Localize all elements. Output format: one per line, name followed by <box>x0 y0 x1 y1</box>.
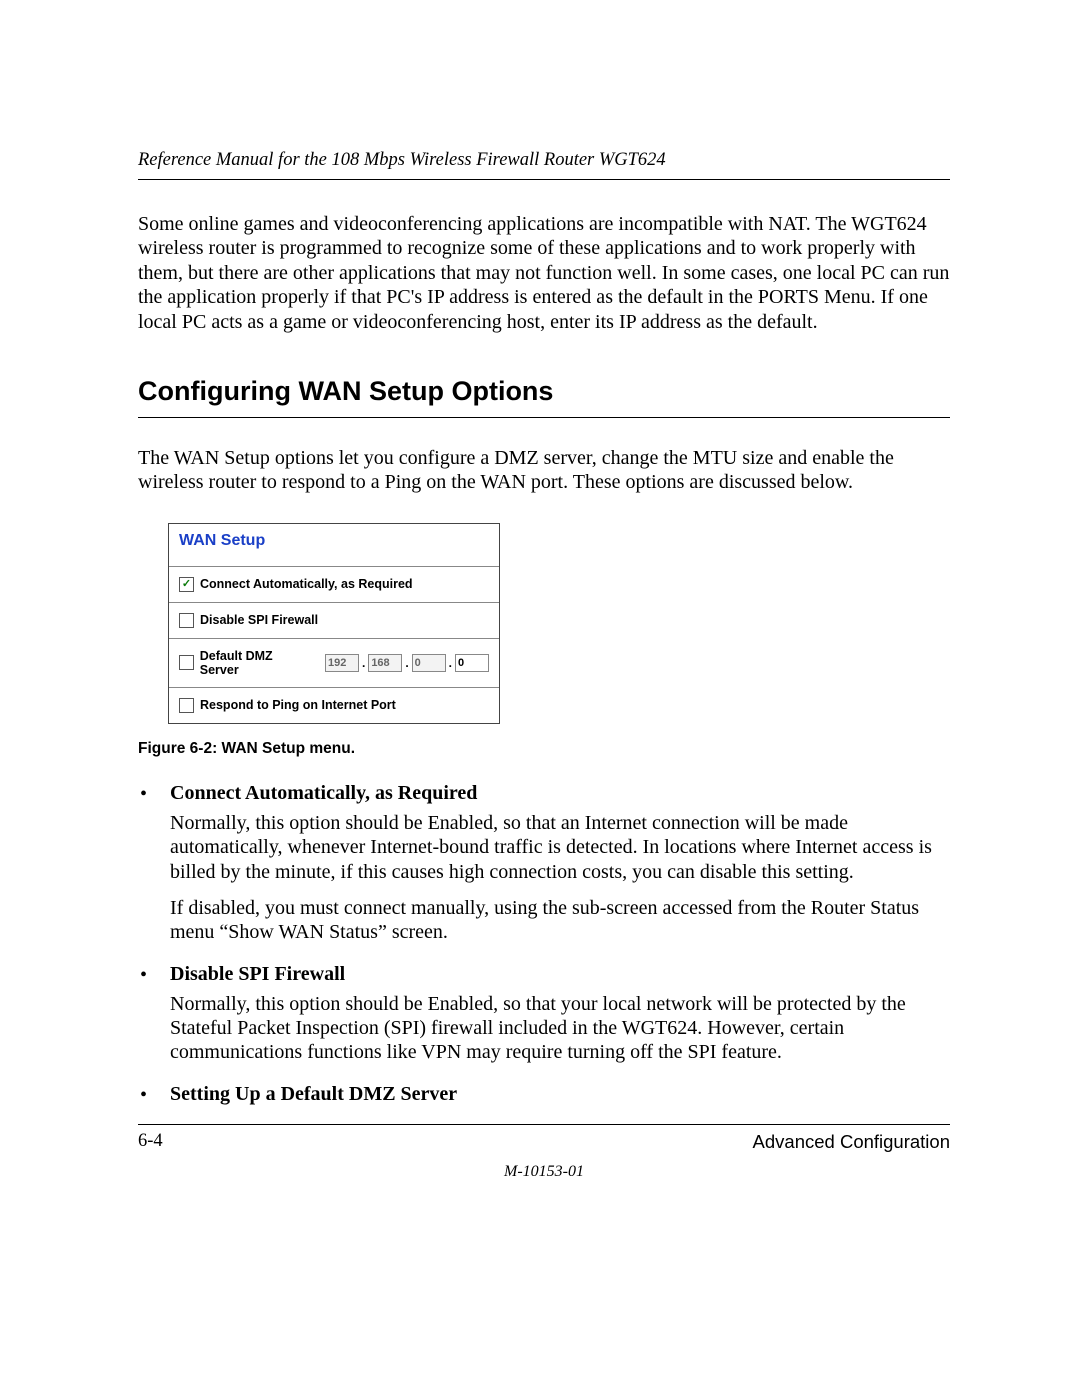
dmz-ip-octet-2[interactable]: 168 <box>368 654 402 672</box>
wan-label-dmz: Default DMZ Server <box>200 649 313 677</box>
checkbox-respond-ping[interactable] <box>179 698 194 713</box>
wan-label-disable-spi: Disable SPI Firewall <box>200 613 318 627</box>
bullet-list: • Connect Automatically, as Required Nor… <box>138 782 950 1112</box>
wan-row-disable-spi: Disable SPI Firewall <box>169 602 499 638</box>
footer-section-name: Advanced Configuration <box>753 1131 950 1153</box>
bullet-item: • Disable SPI Firewall Normally, this op… <box>138 963 950 1077</box>
ip-dot-icon: . <box>404 656 409 670</box>
wan-row-respond-ping: Respond to Ping on Internet Port <box>169 687 499 723</box>
running-header: Reference Manual for the 108 Mbps Wirele… <box>138 150 950 180</box>
checkbox-dmz[interactable] <box>179 655 194 670</box>
bullet-paragraph: Normally, this option should be Enabled,… <box>170 811 950 884</box>
checkbox-disable-spi[interactable] <box>179 613 194 628</box>
intro-paragraph: Some online games and videoconferencing … <box>138 212 950 334</box>
wan-row-dmz: Default DMZ Server 192 . 168 . 0 . 0 <box>169 638 499 687</box>
bullet-item: • Connect Automatically, as Required Nor… <box>138 782 950 957</box>
bullet-paragraph: If disabled, you must connect manually, … <box>170 896 950 945</box>
bullet-icon: • <box>138 963 170 1077</box>
page-number: 6-4 <box>138 1131 163 1153</box>
section-intro: The WAN Setup options let you configure … <box>138 446 950 495</box>
page-footer: 6-4 Advanced Configuration <box>138 1124 950 1153</box>
document-number: M-10153-01 <box>138 1163 950 1181</box>
bullet-item: • Setting Up a Default DMZ Server <box>138 1083 950 1112</box>
bullet-heading: Disable SPI Firewall <box>170 963 950 986</box>
bullet-paragraph: Normally, this option should be Enabled,… <box>170 992 950 1065</box>
wan-setup-title: WAN Setup <box>169 524 499 566</box>
dmz-ip-group: 192 . 168 . 0 . 0 <box>325 654 489 672</box>
wan-label-connect-auto: Connect Automatically, as Required <box>200 577 413 591</box>
bullet-icon: • <box>138 1083 170 1112</box>
bullet-icon: • <box>138 782 170 957</box>
bullet-heading: Connect Automatically, as Required <box>170 782 950 805</box>
bullet-heading: Setting Up a Default DMZ Server <box>170 1083 950 1106</box>
wan-label-respond-ping: Respond to Ping on Internet Port <box>200 698 396 712</box>
dmz-ip-octet-4[interactable]: 0 <box>455 654 489 672</box>
section-heading: Configuring WAN Setup Options <box>138 376 950 418</box>
figure-caption: Figure 6-2: WAN Setup menu. <box>138 740 950 758</box>
ip-dot-icon: . <box>448 656 453 670</box>
dmz-ip-octet-3[interactable]: 0 <box>412 654 446 672</box>
wan-setup-panel: WAN Setup ✓ Connect Automatically, as Re… <box>168 523 500 724</box>
wan-row-connect-auto: ✓ Connect Automatically, as Required <box>169 566 499 602</box>
checkbox-connect-auto[interactable]: ✓ <box>179 577 194 592</box>
dmz-ip-octet-1[interactable]: 192 <box>325 654 359 672</box>
ip-dot-icon: . <box>361 656 366 670</box>
